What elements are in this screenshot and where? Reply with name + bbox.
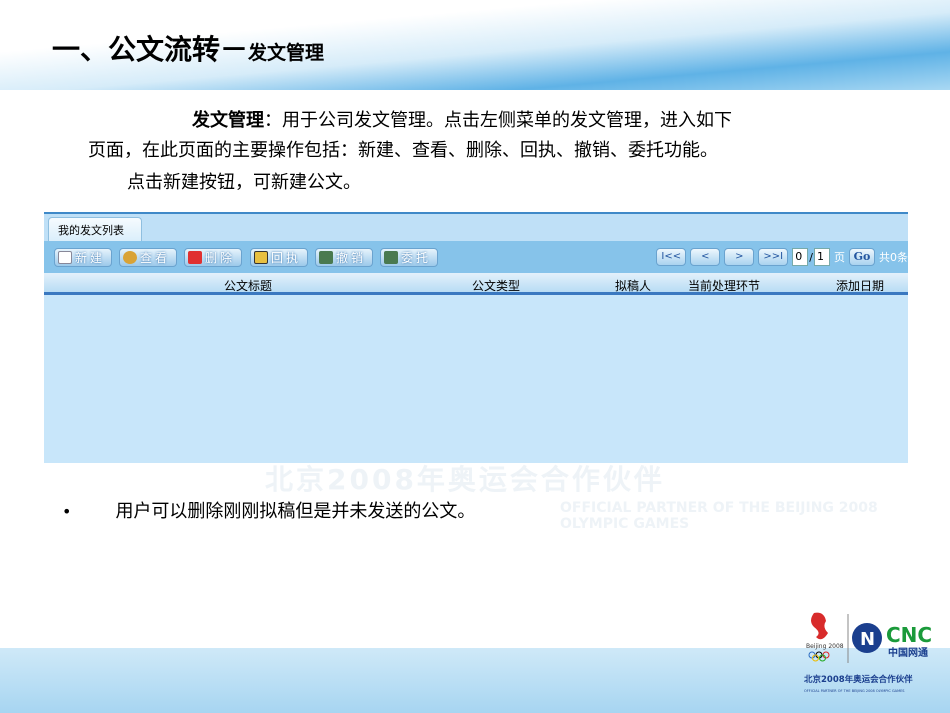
button-label: 查看: [140, 251, 171, 265]
delete-icon: [188, 251, 202, 264]
last-page-button[interactable]: >>I: [758, 248, 789, 266]
prev-page-button[interactable]: <: [690, 248, 721, 266]
paragraph-line3: 点击新建按钮，可新建公文。: [127, 172, 361, 193]
pagination: I<< < > >>I 0 / 1 页 Go 共0条: [656, 248, 908, 266]
button-label: 回执: [271, 251, 302, 265]
svg-text:CNC: CNC: [886, 623, 932, 647]
total-pages: 1: [814, 248, 830, 266]
delegate-icon: [384, 251, 398, 264]
column-current-step[interactable]: 当前处理环节: [688, 277, 760, 294]
svg-text:Beijing 2008: Beijing 2008: [806, 643, 844, 650]
column-drafter[interactable]: 拟稿人: [615, 277, 651, 294]
table-header: 公文标题 公文类型 拟稿人 当前处理环节 添加日期: [44, 273, 908, 295]
olympic-cnc-logo-icon: Beijing 2008 N CNC 中国网通 北京2008年奥运会合作伙伴 O…: [804, 612, 932, 693]
receipt-icon: [254, 251, 268, 264]
first-page-button[interactable]: I<<: [656, 248, 687, 266]
watermark: 北京2008年奥运会合作伙伴: [265, 463, 665, 496]
button-label: 撤销: [336, 251, 367, 265]
button-label: 委托: [401, 251, 432, 265]
delete-button[interactable]: 删除: [184, 248, 242, 267]
revoke-icon: [319, 251, 333, 264]
next-page-button[interactable]: >: [724, 248, 755, 266]
paragraph-line2: 页面，在此页面的主要操作包括：新建、查看、删除、回执、撤销、委托功能。: [88, 140, 718, 161]
current-page-input[interactable]: 0: [792, 248, 809, 266]
tab-my-documents[interactable]: 我的发文列表: [48, 217, 142, 242]
bullet-item: • 用户可以删除刚刚拟稿但是并未发送的公文。: [62, 497, 475, 523]
line1-text: ：用于公司发文管理。点击左侧菜单的发文管理，进入如下: [264, 110, 732, 131]
bullet-dot: •: [62, 502, 72, 521]
page-label: 页: [834, 251, 845, 264]
magnifier-icon: [123, 251, 137, 264]
pencil-icon: [58, 251, 72, 264]
go-button[interactable]: Go: [849, 248, 875, 266]
column-date-added[interactable]: 添加日期: [836, 277, 884, 294]
sponsor-logo: Beijing 2008 N CNC 中国网通 北京2008年奥运会合作伙伴 O…: [800, 608, 945, 708]
slide-title: 一、公文流转－发文管理: [52, 28, 324, 68]
button-label: 新建: [75, 251, 106, 265]
view-button[interactable]: 查看: [119, 248, 177, 267]
column-type[interactable]: 公文类型: [472, 277, 520, 294]
paragraph-line1: 发文管理：用于公司发文管理。点击左侧菜单的发文管理，进入如下: [192, 104, 732, 138]
watermark-en: OFFICIAL PARTNER OF THE BEIJING 2008 OLY…: [560, 500, 878, 532]
svg-text:OFFICIAL PARTNER OF THE BEIJIN: OFFICIAL PARTNER OF THE BEIJING 2008 OLY…: [804, 689, 905, 693]
column-title[interactable]: 公文标题: [224, 277, 272, 294]
title-main: 一、公文流转: [52, 33, 221, 66]
delegate-button[interactable]: 委托: [380, 248, 438, 267]
revoke-button[interactable]: 撤销: [315, 248, 373, 267]
term: 发文管理: [192, 110, 264, 131]
document-list-panel: 我的发文列表 新建 查看 删除 回执 撤销 委托 I<< < > >>I 0 /…: [44, 212, 908, 463]
button-label: 删除: [205, 251, 236, 265]
title-sep: －: [220, 33, 249, 66]
toolbar: 新建 查看 删除 回执 撤销 委托 I<< < > >>I 0 / 1 页 Go…: [44, 241, 908, 273]
new-button[interactable]: 新建: [54, 248, 112, 267]
bullet-text: 用户可以删除刚刚拟稿但是并未发送的公文。: [115, 501, 476, 522]
record-count: 共0条: [879, 251, 908, 264]
receipt-button[interactable]: 回执: [250, 248, 308, 267]
svg-text:N: N: [860, 629, 875, 650]
svg-text:中国网通: 中国网通: [888, 646, 928, 659]
svg-text:北京2008年奥运会合作伙伴: 北京2008年奥运会合作伙伴: [804, 674, 913, 685]
title-sub: 发文管理: [248, 42, 325, 64]
